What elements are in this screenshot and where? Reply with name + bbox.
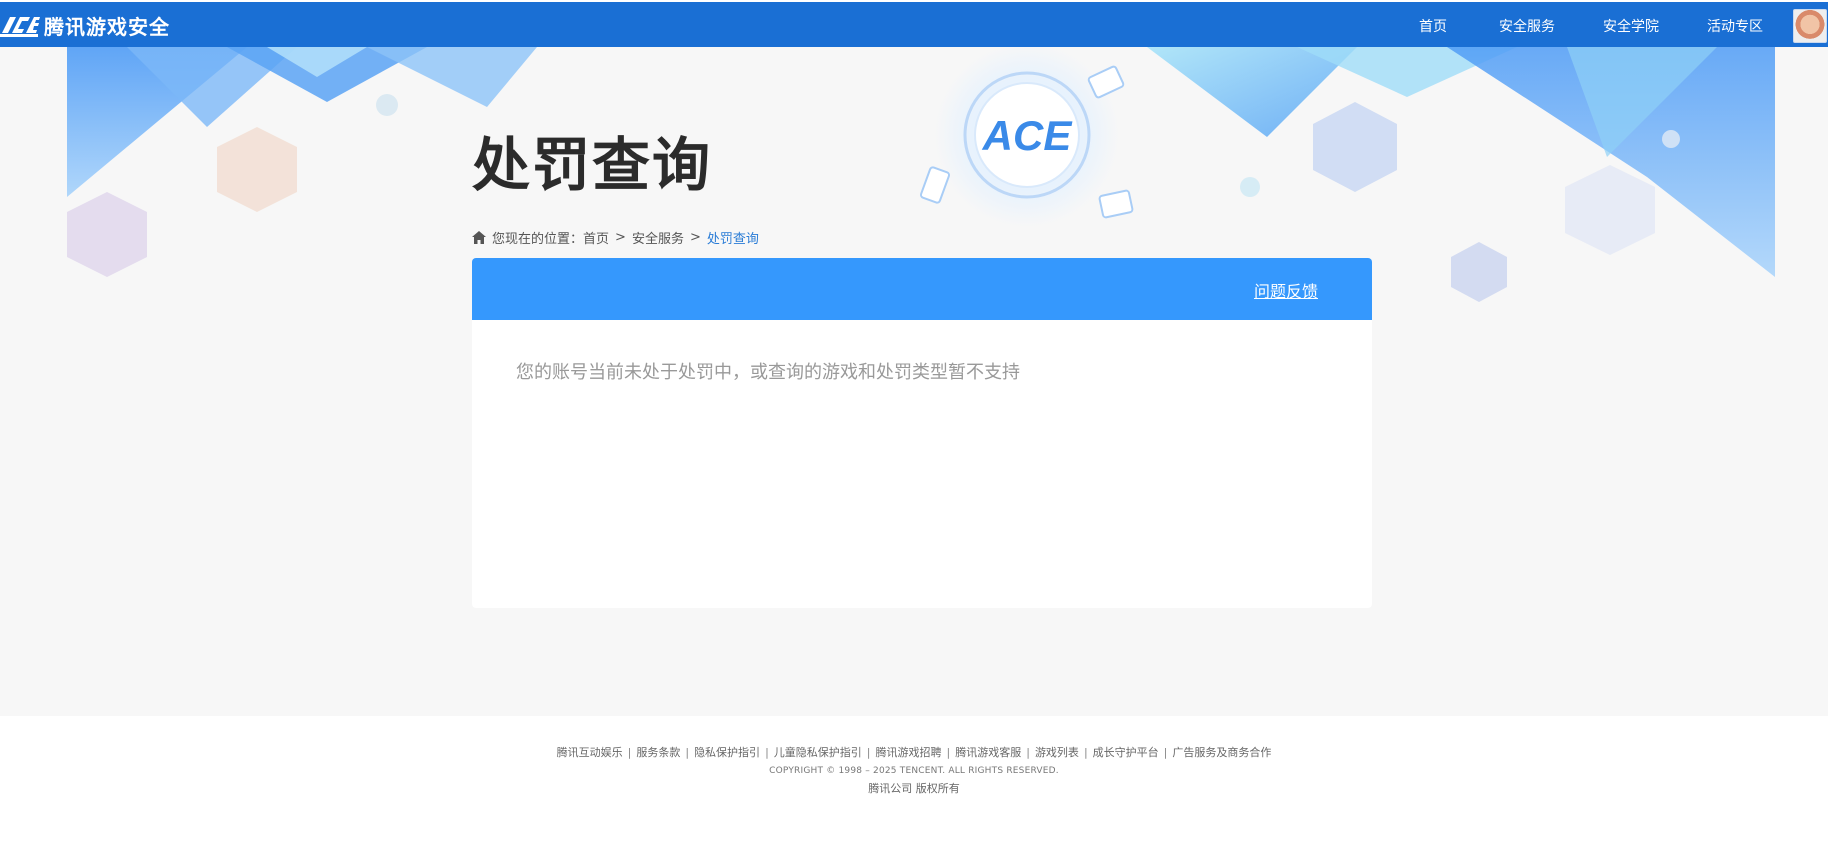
site-logo[interactable]: 腾讯游戏安全 [0,8,170,42]
footer-link[interactable]: 腾讯互动娱乐 [557,746,623,759]
breadcrumb-current: 处罚查询 [706,232,759,247]
footer: 腾讯互动娱乐 | 服务条款 | 隐私保护指引 | 儿童隐私保护指引 | 腾讯游戏招聘 | 腾讯游戏客… [0,716,1828,850]
breadcrumb-security-service[interactable]: 安全服务 [632,228,684,247]
emblem-text: ACE [982,112,1074,159]
breadcrumb-separator: > [615,230,626,245]
breadcrumb-home[interactable]: 首页 [583,228,609,247]
status-message: 您的账号当前未处于处罚中，或查询的游戏和处罚类型暂不支持 [516,362,1020,383]
footer-link[interactable]: 腾讯游戏招聘 [876,746,942,759]
page-title: 处罚查询 [472,131,713,199]
card-body: 您的账号当前未处于处罚中，或查询的游戏和处罚类型暂不支持 [472,320,1372,422]
footer-link[interactable]: 广告服务及商务合作 [1172,746,1271,759]
ace-logo-icon [0,17,40,37]
footer-link[interactable]: 成长守护平台 [1093,746,1159,759]
top-navigation-bar: 腾讯游戏安全 首页 安全服务 安全学院 活动专区 [0,2,1828,47]
card-header: 问题反馈 [472,258,1372,320]
nav-events-link[interactable]: 活动专区 [1707,16,1763,36]
feedback-link[interactable]: 问题反馈 [1254,278,1318,302]
company-rights: 腾讯公司 版权所有 [868,782,960,795]
footer-links: 腾讯互动娱乐 | 服务条款 | 隐私保护指引 | 儿童隐私保护指引 | 腾讯游戏招聘 | 腾讯游戏客… [556,746,1272,759]
footer-link[interactable]: 服务条款 [636,746,680,759]
footer-link[interactable]: 隐私保护指引 [694,746,760,759]
copyright: COPYRIGHT © 1998 – 2025 TENCENT. ALL RIG… [769,766,1059,776]
footer-link[interactable]: 腾讯游戏客服 [955,746,1021,759]
breadcrumb-prefix: 您现在的位置： [492,232,584,247]
logo-text: 腾讯游戏安全 [44,14,170,39]
user-avatar[interactable] [1793,9,1827,43]
breadcrumb-separator: > [689,230,701,245]
breadcrumb: 您现在的位置： 首页 > 安全服务 > 处罚查询 [472,228,759,247]
nav-home-link[interactable]: 首页 [1419,16,1447,36]
nav-security-academy-link[interactable]: 安全学院 [1603,16,1659,36]
home-icon [472,231,486,244]
footer-link[interactable]: 游戏列表 [1035,746,1079,759]
query-result-card: 问题反馈 您的账号当前未处于处罚中，或查询的游戏和处罚类型暂不支持 [472,258,1372,608]
footer-link[interactable]: 儿童隐私保护指引 [774,746,862,759]
nav-security-service-link[interactable]: 安全服务 [1499,16,1555,36]
